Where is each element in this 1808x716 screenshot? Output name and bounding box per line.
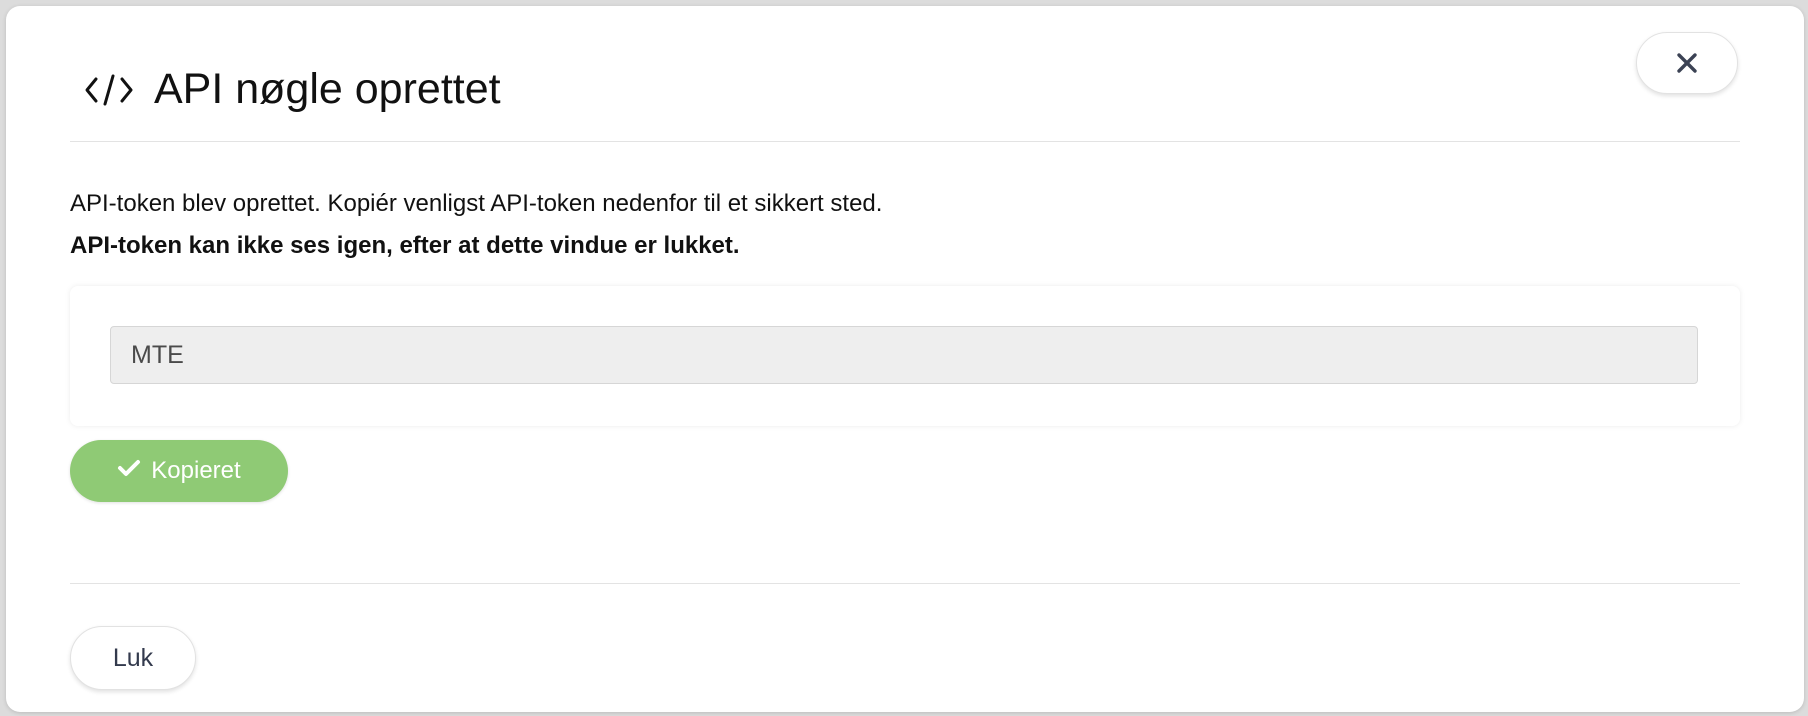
close-icon [1676,52,1698,74]
token-card [70,286,1740,426]
copy-button-label: Kopieret [151,457,241,484]
api-key-created-dialog: API nøgle oprettet API-token blev oprett… [6,6,1804,712]
copy-token-button[interactable]: Kopieret [70,440,288,502]
dialog-title: API nøgle oprettet [154,65,501,113]
api-token-field[interactable] [110,326,1698,384]
dialog-header: API nøgle oprettet [70,6,1740,142]
code-icon [84,70,134,110]
close-dialog-button[interactable]: Luk [70,626,196,690]
warning-message: API-token kan ikke ses igen, efter at de… [70,232,740,259]
success-message: API-token blev oprettet. Kopiér venligst… [70,190,883,217]
check-icon [117,457,141,485]
footer-divider [70,583,1740,584]
close-button[interactable] [1636,32,1738,94]
